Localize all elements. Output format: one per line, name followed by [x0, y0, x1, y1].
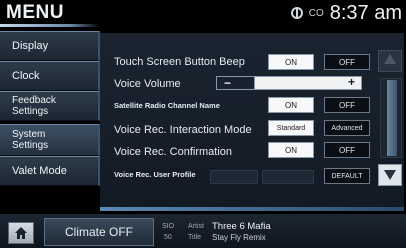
- interaction-mode-label: Voice Rec. Interaction Mode: [114, 124, 252, 136]
- globe-icon: [290, 7, 303, 19]
- artist-label: Artist: [188, 223, 204, 230]
- sidebar-item-display[interactable]: Display: [0, 31, 100, 61]
- status-small-text: CO: [308, 7, 324, 19]
- satellite-radio-label: Satellite Radio Channel Name: [114, 101, 220, 110]
- arrow-up-icon: [384, 54, 396, 64]
- sidebar-item-label: Display: [12, 39, 49, 52]
- interaction-mode-advanced-button[interactable]: Advanced: [324, 120, 370, 136]
- satellite-radio-on-button[interactable]: ON: [268, 97, 314, 113]
- sidebar-item-label: Valet Mode: [12, 164, 67, 177]
- home-icon: [15, 227, 27, 239]
- voice-volume-fill: [216, 76, 255, 90]
- page-title: MENU: [6, 2, 64, 23]
- clock: 8:37 am: [329, 1, 402, 24]
- touch-beep-on-button[interactable]: ON: [268, 54, 314, 70]
- scrollbar-thumb[interactable]: [387, 80, 397, 156]
- sidebar-item-feedback-settings[interactable]: Feedback Settings: [0, 91, 100, 121]
- arrow-down-icon: [384, 170, 396, 180]
- source-channel: 50: [164, 234, 172, 241]
- ghost-row-cell: [210, 170, 258, 184]
- sidebar-item-system-settings[interactable]: System Settings: [0, 124, 100, 156]
- title-label: Title: [188, 234, 201, 241]
- sidebar-item-clock[interactable]: Clock: [0, 61, 100, 91]
- status-bar: CO 8:37 am: [290, 1, 402, 24]
- user-profile-default-button[interactable]: DEFAULT: [324, 168, 370, 184]
- sidebar-item-valet-mode[interactable]: Valet Mode: [0, 156, 100, 186]
- song-title: Stay Fly Remix: [212, 233, 266, 242]
- touch-beep-label: Touch Screen Button Beep: [114, 56, 245, 68]
- source-band: SIO: [162, 223, 175, 230]
- panel-accent-bar: [100, 207, 404, 211]
- volume-minus-button[interactable]: −: [224, 76, 231, 90]
- sidebar-item-label: Feedback Settings: [12, 95, 56, 117]
- user-profile-label: Voice Rec. User Profile: [114, 170, 196, 179]
- satellite-radio-off-button[interactable]: OFF: [324, 97, 370, 113]
- confirmation-on-button[interactable]: ON: [268, 142, 314, 158]
- sidebar-item-label: System Settings: [12, 129, 49, 151]
- title-underline: [0, 24, 100, 27]
- volume-plus-button[interactable]: +: [348, 75, 355, 89]
- touch-beep-off-button[interactable]: OFF: [324, 54, 370, 70]
- interaction-mode-standard-button[interactable]: Standard: [268, 120, 314, 136]
- confirmation-off-button[interactable]: OFF: [324, 142, 370, 158]
- climate-button[interactable]: Climate OFF: [44, 218, 154, 246]
- confirmation-label: Voice Rec. Confirmation: [114, 146, 232, 158]
- ghost-row-cell: [262, 170, 314, 184]
- sidebar-item-label: Clock: [12, 69, 40, 82]
- artist-name: Three 6 Mafia: [212, 221, 271, 232]
- voice-volume-label: Voice Volume: [114, 78, 181, 90]
